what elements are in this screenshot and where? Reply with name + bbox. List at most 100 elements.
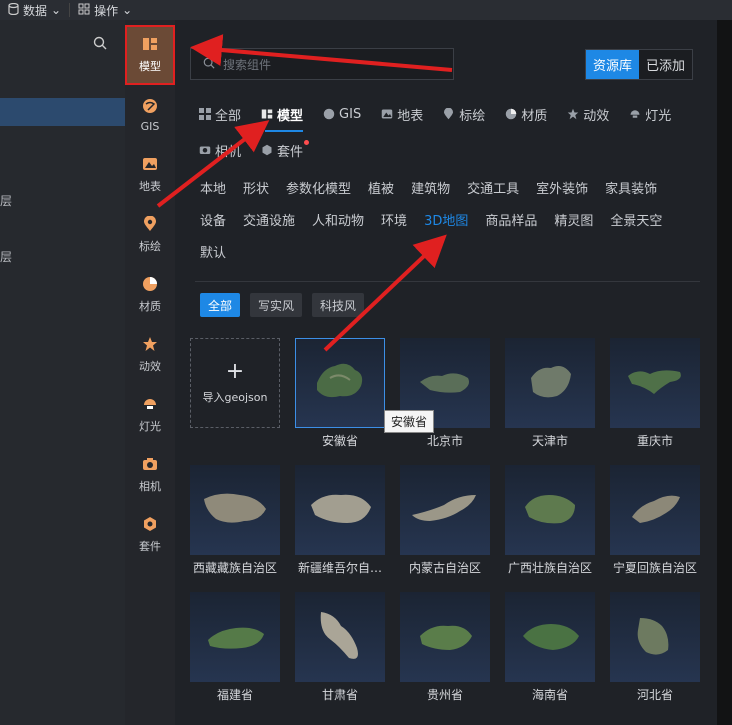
asset-label: 海南省 <box>531 688 568 702</box>
category-item[interactable]: 精灵图 <box>554 212 593 232</box>
asset-card[interactable]: 海南省 <box>505 592 595 702</box>
category-item[interactable]: 形状 <box>243 180 269 200</box>
data-menu[interactable]: 数据 ⌄ <box>0 0 69 20</box>
type-tabs: 全部 模型 GIS 地表 标绘 材质 动效 灯光 相机 套件 <box>199 104 709 160</box>
asset-card[interactable]: 贵州省 <box>400 592 490 702</box>
category-item[interactable]: 参数化模型 <box>286 180 351 200</box>
asset-label: 贵州省 <box>426 688 463 702</box>
asset-card[interactable]: 宁夏回族自治区 <box>610 465 700 575</box>
asset-label: 安徽省 <box>321 434 358 448</box>
asset-card[interactable]: 广西壮族自治区 <box>505 465 595 575</box>
tab-all[interactable]: 全部 <box>199 104 241 124</box>
sidebar-item-label: 材质 <box>139 300 161 313</box>
sidebar-item-light[interactable]: 灯光 <box>125 385 175 445</box>
chevron-down-icon: ⌄ <box>122 3 133 17</box>
asset-card[interactable]: 天津市 <box>505 338 595 448</box>
category-item[interactable]: 环境 <box>381 212 407 232</box>
material-icon <box>505 108 517 120</box>
tab-label: 相机 <box>215 144 242 160</box>
sidebar-item-gis[interactable]: GIS <box>125 85 175 145</box>
map-thumbnail <box>610 592 700 682</box>
style-filter: 全部 写实风 科技风 <box>200 293 365 317</box>
layer-row-selected[interactable] <box>0 98 125 126</box>
category-item[interactable]: 本地 <box>200 180 226 200</box>
tab-marker[interactable]: 标绘 <box>443 104 485 124</box>
asset-card[interactable]: 新疆维吾尔自… <box>295 465 385 575</box>
sidebar-item-effect[interactable]: 动效 <box>125 325 175 385</box>
map-thumbnail <box>400 465 490 555</box>
layer-row-label: 层 <box>0 194 13 208</box>
search-input[interactable]: 搜索组件 <box>190 48 454 80</box>
category-item[interactable]: 商品样品 <box>485 212 537 232</box>
category-item[interactable]: 设备 <box>200 212 226 232</box>
search-icon[interactable] <box>93 36 107 54</box>
tab-effect[interactable]: 动效 <box>567 104 609 124</box>
tab-label: 动效 <box>583 108 610 124</box>
operate-menu[interactable]: 操作 ⌄ <box>70 0 140 20</box>
asset-label: 天津市 <box>531 434 568 448</box>
sidebar-item-marker[interactable]: 标绘 <box>125 205 175 265</box>
kit-icon <box>142 516 158 532</box>
tab-added[interactable]: 已添加 <box>639 50 693 79</box>
asset-label: 河北省 <box>636 688 673 702</box>
category-item[interactable]: 全景天空 <box>610 212 662 232</box>
effect-icon <box>567 108 579 120</box>
asset-label: 新疆维吾尔自… <box>297 561 382 575</box>
tab-light[interactable]: 灯光 <box>629 104 671 124</box>
tab-library[interactable]: 资源库 <box>586 50 640 79</box>
light-icon <box>142 396 158 412</box>
tab-model[interactable]: 模型 <box>261 104 304 132</box>
sidebar-item-camera[interactable]: 相机 <box>125 445 175 505</box>
tab-kit[interactable]: 套件 <box>261 140 310 160</box>
tab-material[interactable]: 材质 <box>505 104 547 124</box>
layer-panel: 层 层 <box>0 20 125 725</box>
asset-card[interactable]: 重庆市 <box>610 338 700 448</box>
category-item[interactable]: 建筑物 <box>411 180 450 200</box>
import-geojson-card[interactable]: + 导入geojson <box>190 338 280 428</box>
category-item[interactable]: 植被 <box>368 180 394 200</box>
effect-icon <box>142 336 158 352</box>
style-chip-realistic[interactable]: 写实风 <box>250 293 303 317</box>
tab-camera[interactable]: 相机 <box>199 140 241 160</box>
category-item[interactable]: 人和动物 <box>312 212 364 232</box>
camera-icon <box>142 456 158 472</box>
component-sidebar: 模型 GIS 地表 标绘 材质 动效 灯光 相机 套件 <box>125 20 175 725</box>
sidebar-item-label: 动效 <box>139 360 161 373</box>
asset-card[interactable]: 安徽省 <box>295 338 385 448</box>
sidebar-item-model[interactable]: 模型 <box>125 25 175 85</box>
category-item[interactable]: 交通设施 <box>243 212 295 232</box>
asset-label: 甘肃省 <box>321 688 358 702</box>
category-item[interactable]: 交通工具 <box>467 180 519 200</box>
category-item[interactable]: 默认 <box>200 244 226 264</box>
asset-tooltip: 安徽省 <box>384 410 435 433</box>
category-item[interactable]: 家具装饰 <box>605 180 657 200</box>
resource-panel: 搜索组件 资源库 已添加 全部 模型 GIS 地表 标绘 材质 动效 灯光 相机… <box>175 20 717 725</box>
category-item[interactable]: 室外装饰 <box>536 180 588 200</box>
sidebar-item-material[interactable]: 材质 <box>125 265 175 325</box>
map-thumbnail <box>295 338 385 428</box>
asset-label: 重庆市 <box>636 434 673 448</box>
tab-label: 模型 <box>277 108 304 124</box>
map-thumbnail <box>295 592 385 682</box>
sidebar-item-kit[interactable]: 套件 <box>125 505 175 565</box>
terrain-icon <box>142 156 158 172</box>
map-thumbnail <box>505 338 595 428</box>
asset-card[interactable]: 甘肃省 <box>295 592 385 702</box>
asset-card[interactable]: 福建省 <box>190 592 280 702</box>
sidebar-item-label: 灯光 <box>139 420 161 433</box>
tab-label: 标绘 <box>459 108 486 124</box>
style-chip-tech[interactable]: 科技风 <box>312 293 365 317</box>
sidebar-item-label: 地表 <box>139 180 161 193</box>
marker-icon <box>443 107 455 120</box>
category-item-3d-map[interactable]: 3D地图 <box>424 212 468 232</box>
asset-card[interactable]: 河北省 <box>610 592 700 702</box>
sidebar-item-terrain[interactable]: 地表 <box>125 145 175 205</box>
asset-card[interactable]: 西藏藏族自治区 <box>190 465 280 575</box>
tab-gis[interactable]: GIS <box>323 104 361 124</box>
tab-label: 地表 <box>397 108 424 124</box>
tab-terrain[interactable]: 地表 <box>381 104 423 124</box>
style-chip-all[interactable]: 全部 <box>200 293 241 317</box>
sidebar-item-label: 标绘 <box>139 240 161 253</box>
asset-card[interactable]: 内蒙古自治区 <box>400 465 490 575</box>
asset-label: 福建省 <box>216 688 253 702</box>
